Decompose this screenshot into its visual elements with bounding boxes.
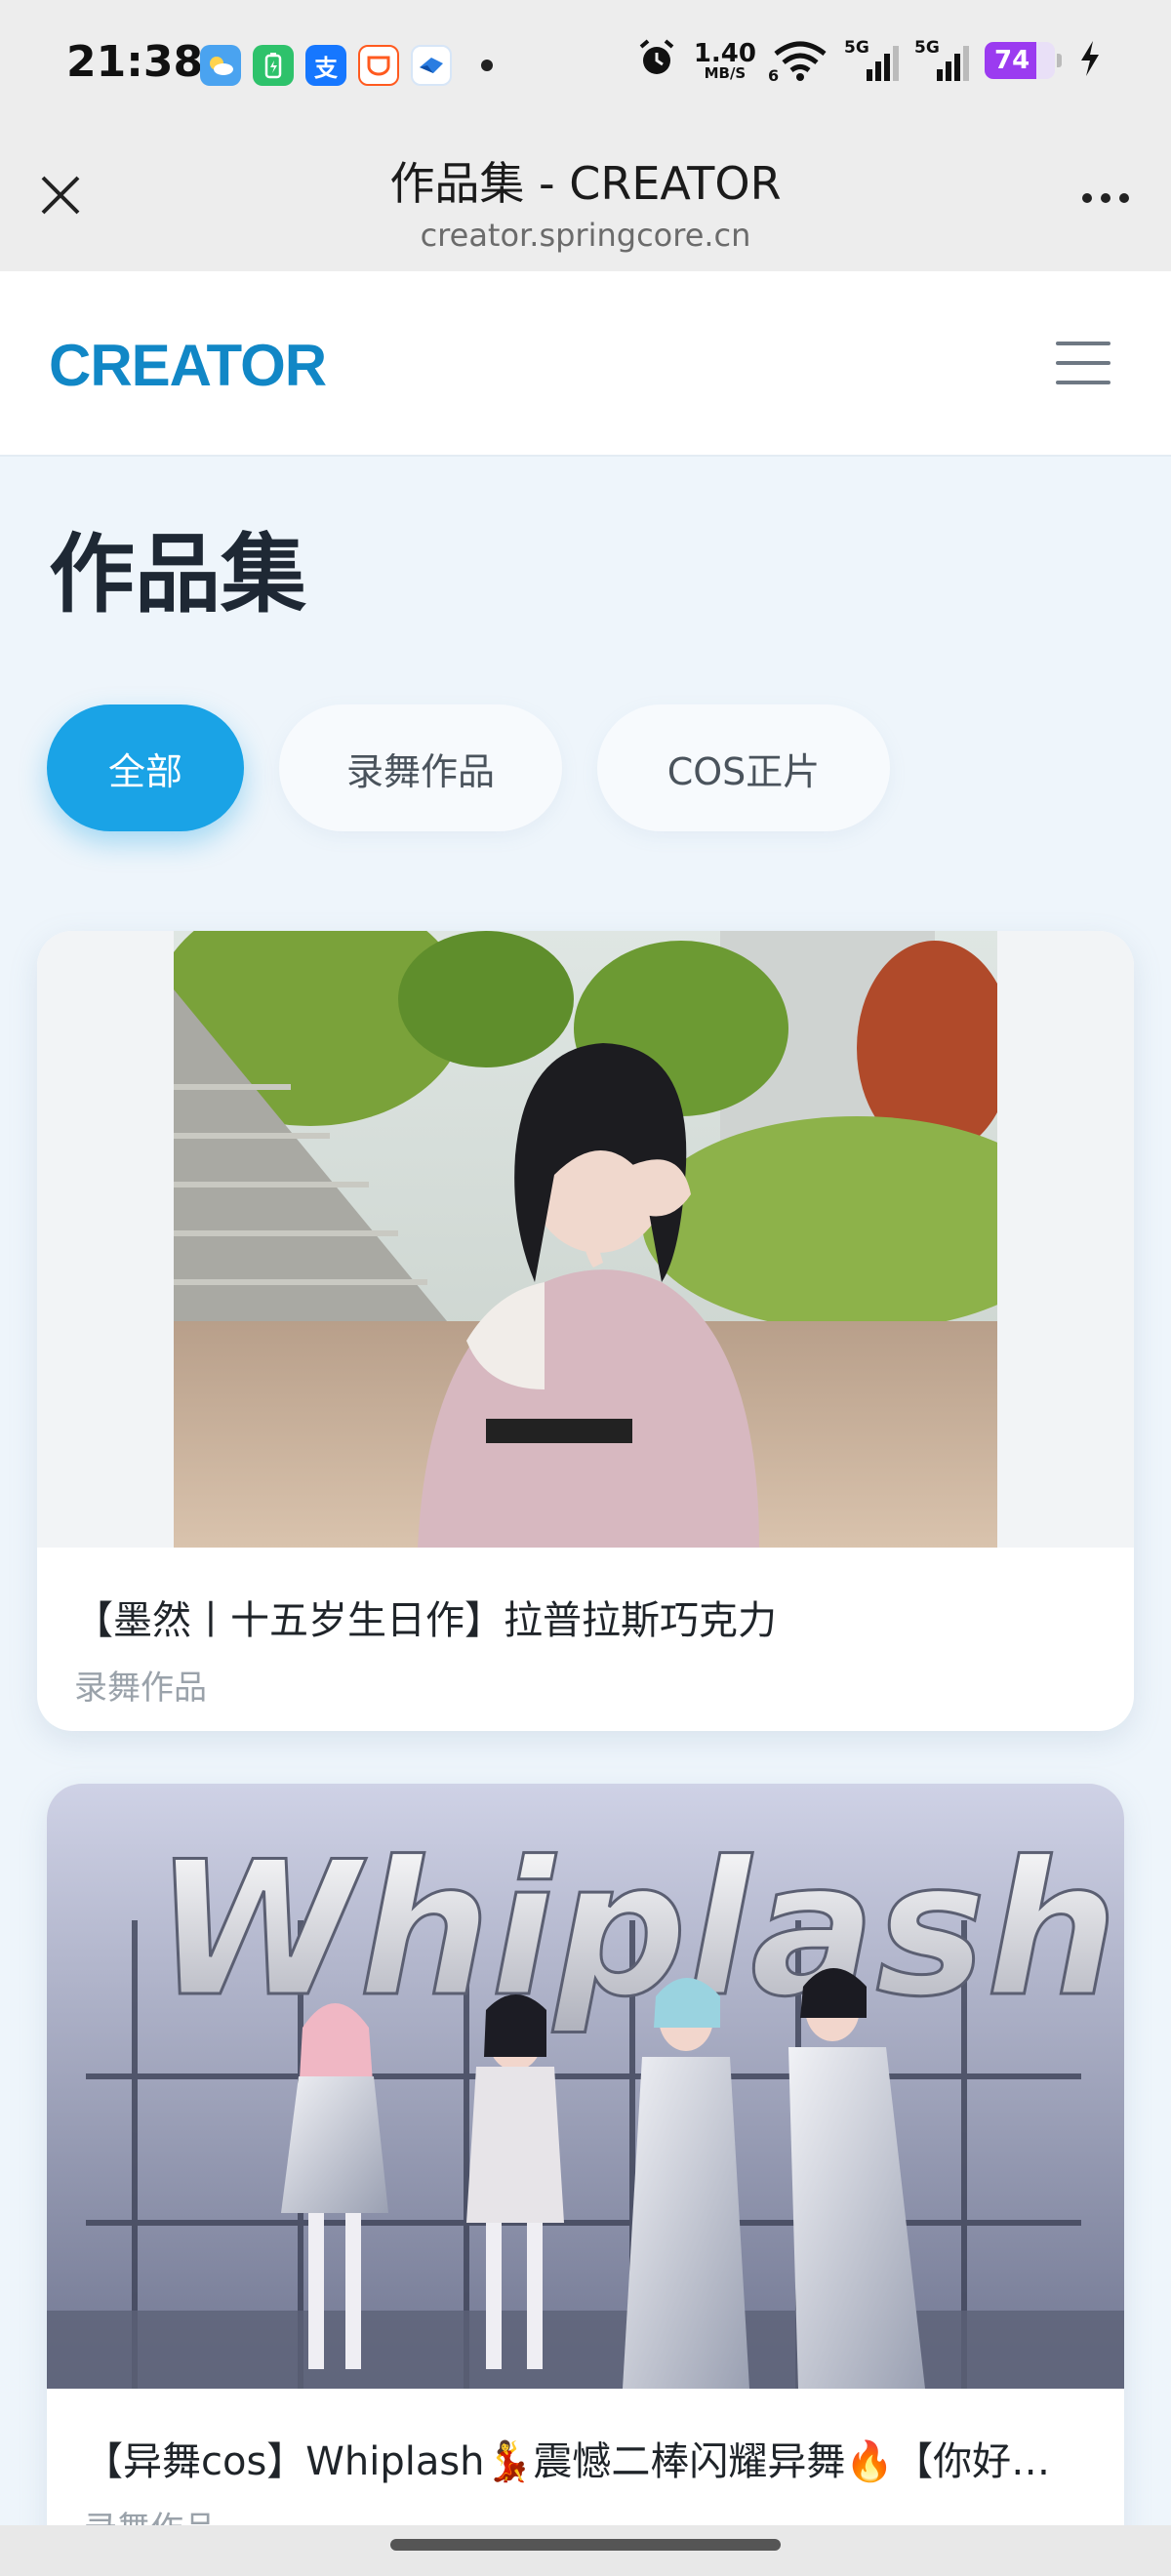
filter-tab-all[interactable]: 全部: [47, 704, 244, 831]
more-dot: [1082, 193, 1092, 203]
bird-app-icon: [411, 45, 452, 86]
wifi-icon: 6: [768, 38, 828, 85]
work-card-category: 录舞作品: [74, 1669, 207, 1708]
menu-icon-line: [1056, 381, 1110, 384]
charging-icon: [1077, 39, 1103, 82]
page-title: 作品集: [49, 524, 307, 624]
webview-title: 作品集 - CREATOR: [389, 157, 782, 210]
signal-sim1-icon: 5G: [844, 38, 899, 83]
battery-tip: [1057, 54, 1062, 67]
work-card-image-area: [37, 931, 1134, 1548]
alipay-app-icon: 支: [305, 45, 346, 86]
menu-icon-line: [1056, 342, 1110, 345]
network-speed-unit: MB/S: [704, 63, 747, 82]
more-dot: [1101, 193, 1110, 203]
work-card-image-area: Whiplash: [47, 1784, 1124, 2389]
work-thumbnail-image[interactable]: [174, 931, 997, 1548]
battery-percent: 74: [994, 46, 1030, 75]
home-indicator[interactable]: [390, 2539, 781, 2551]
webview-title-bar: 作品集 - CREATOR creator.springcore.cn: [0, 127, 1171, 271]
site-header: CREATOR: [0, 271, 1171, 457]
work-card-title[interactable]: 【异舞cos】Whiplash💃震憾二棒闪耀异舞🔥【你好…: [84, 2430, 1087, 2486]
filter-tab-cos[interactable]: COS正片: [597, 704, 890, 831]
webview-url: creator.springcore.cn: [420, 217, 751, 254]
signal-sim2-icon: 5G: [914, 38, 969, 83]
wifi-sub-label: 6: [768, 66, 780, 85]
filter-tabs: 全部 录舞作品 COS正片: [47, 704, 890, 831]
site-logo[interactable]: CREATOR: [49, 332, 327, 399]
work-card[interactable]: Whiplash 【异舞cos】Whiplash💃震憾二棒闪耀异舞🔥【你好… 录…: [47, 1784, 1124, 2576]
work-thumbnail-image[interactable]: Whiplash: [47, 1784, 1124, 2389]
more-options-button[interactable]: [1073, 174, 1138, 222]
network-speed-value: 1.40: [693, 38, 756, 68]
status-indicators: 1.40 MB/S 6 5G 5G 74: [635, 37, 1103, 85]
battery-app-icon: [253, 45, 294, 86]
more-notifications-dot: [481, 60, 493, 71]
network-speed: 1.40 MB/S: [694, 41, 756, 81]
menu-button[interactable]: [1056, 342, 1110, 384]
status-time: 21:38: [66, 37, 204, 87]
menu-icon-line: [1056, 361, 1110, 365]
status-bar: 21:38 支 1.40 MB/S 6 5G 5G 74: [0, 0, 1171, 127]
filter-tab-dance[interactable]: 录舞作品: [279, 704, 562, 831]
work-card[interactable]: 【墨然丨十五岁生日作】拉普拉斯巧克力 录舞作品: [37, 931, 1134, 1731]
sim2-label: 5G: [914, 38, 940, 58]
taobao-app-icon: [358, 45, 399, 86]
weather-app-icon: [200, 45, 241, 86]
whiplash-image-text: Whiplash: [154, 1822, 1118, 2037]
battery-indicator: 74: [985, 42, 1055, 79]
sim1-label: 5G: [844, 38, 869, 58]
alarm-icon: [635, 37, 678, 84]
more-dot: [1119, 193, 1129, 203]
notification-icons: 支: [200, 45, 493, 86]
navigation-bar: [0, 2525, 1171, 2576]
work-card-title[interactable]: 【墨然丨十五岁生日作】拉普拉斯巧克力: [74, 1589, 1097, 1645]
